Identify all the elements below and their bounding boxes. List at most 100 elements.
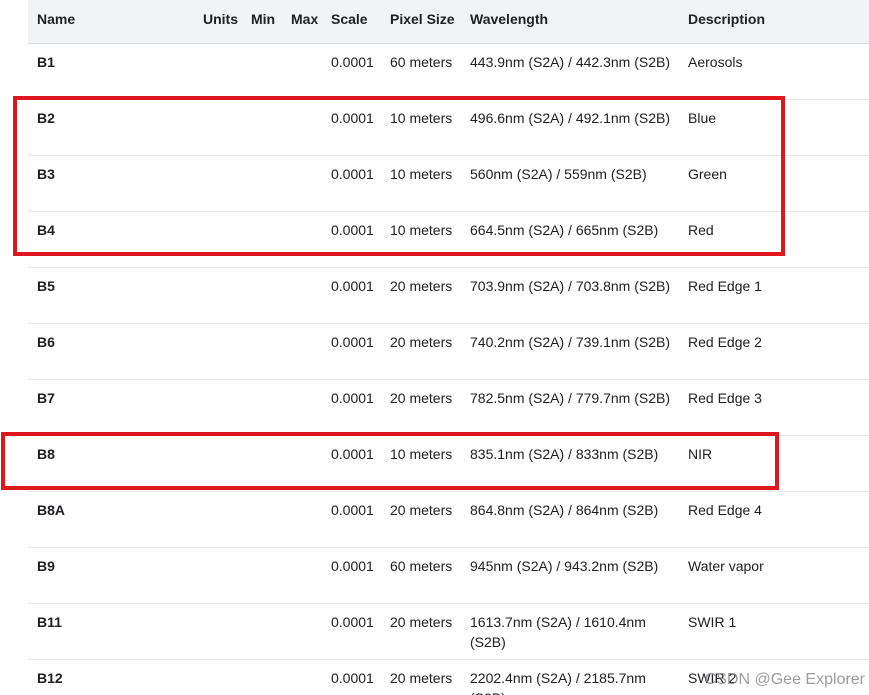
cell-min: [242, 267, 282, 324]
cell-pixel-size: 10 meters: [384, 155, 461, 212]
cell-pixel-size: 60 meters: [384, 43, 461, 100]
cell-name: B12: [28, 659, 194, 695]
cell-wavelength: 740.2nm (S2A) / 739.1nm (S2B): [461, 323, 679, 380]
cell-pixel-size: 20 meters: [384, 379, 461, 436]
cell-min: [242, 99, 282, 156]
cell-min: [242, 155, 282, 212]
cell-pixel-size: 10 meters: [384, 435, 461, 492]
cell-description: Blue: [679, 99, 869, 156]
cell-units: [194, 379, 242, 436]
table-body: B1 0.0001 60 meters 443.9nm (S2A) / 442.3nm…: [28, 43, 869, 695]
header-pixel-size: Pixel Size: [384, 0, 461, 44]
cell-name: B6: [28, 323, 194, 380]
table-row: B4 0.0001 10 meters 664.5nm (S2A) / 665nm (…: [28, 211, 869, 268]
cell-name: B8: [28, 435, 194, 492]
cell-wavelength: 664.5nm (S2A) / 665nm (S2B): [461, 211, 679, 268]
cell-units: [194, 267, 242, 324]
cell-scale: 0.0001: [325, 155, 384, 212]
band-table-container: Name Units Min Max Scale Pixel Size Wave…: [28, 0, 869, 695]
cell-name: B8A: [28, 491, 194, 548]
cell-wavelength: 2202.4nm (S2A) / 2185.7nm (S2B): [461, 659, 679, 695]
cell-description: Aerosols: [679, 43, 869, 100]
cell-name: B2: [28, 99, 194, 156]
cell-name: B9: [28, 547, 194, 604]
cell-min: [242, 659, 282, 695]
cell-units: [194, 43, 242, 100]
cell-max: [282, 99, 325, 156]
cell-units: [194, 547, 242, 604]
header-scale: Scale: [325, 0, 384, 44]
band-table: Name Units Min Max Scale Pixel Size Wave…: [28, 0, 869, 695]
cell-wavelength: 1613.7nm (S2A) / 1610.4nm (S2B): [461, 603, 679, 660]
cell-name: B1: [28, 43, 194, 100]
header-description: Description: [679, 0, 869, 44]
cell-description: Red Edge 3: [679, 379, 869, 436]
cell-min: [242, 211, 282, 268]
header-name: Name: [28, 0, 194, 44]
table-row: B7 0.0001 20 meters 782.5nm (S2A) / 779.7nm…: [28, 379, 869, 436]
cell-pixel-size: 20 meters: [384, 491, 461, 548]
cell-description: Red Edge 1: [679, 267, 869, 324]
cell-wavelength: 835.1nm (S2A) / 833nm (S2B): [461, 435, 679, 492]
cell-scale: 0.0001: [325, 547, 384, 604]
cell-units: [194, 99, 242, 156]
table-row: B2 0.0001 10 meters 496.6nm (S2A) / 492.1nm…: [28, 99, 869, 156]
cell-description: SWIR 1: [679, 603, 869, 660]
cell-description: Red: [679, 211, 869, 268]
watermark: CSDN @Gee Explorer: [704, 671, 865, 688]
table-row: B3 0.0001 10 meters 560nm (S2A) / 559nm (S2…: [28, 155, 869, 212]
cell-name: B4: [28, 211, 194, 268]
header-max: Max: [282, 0, 325, 44]
cell-max: [282, 435, 325, 492]
table-row: B11 0.0001 20 meters 1613.7nm (S2A) / 1610.…: [28, 603, 869, 660]
header-min: Min: [242, 0, 282, 44]
cell-description: Red Edge 4: [679, 491, 869, 548]
cell-scale: 0.0001: [325, 491, 384, 548]
cell-wavelength: 703.9nm (S2A) / 703.8nm (S2B): [461, 267, 679, 324]
cell-wavelength: 945nm (S2A) / 943.2nm (S2B): [461, 547, 679, 604]
cell-units: [194, 211, 242, 268]
cell-description: NIR: [679, 435, 869, 492]
cell-pixel-size: 20 meters: [384, 603, 461, 660]
cell-units: [194, 323, 242, 380]
header-units: Units: [194, 0, 242, 44]
cell-pixel-size: 60 meters: [384, 547, 461, 604]
cell-scale: 0.0001: [325, 659, 384, 695]
cell-units: [194, 603, 242, 660]
cell-units: [194, 435, 242, 492]
cell-pixel-size: 10 meters: [384, 211, 461, 268]
cell-max: [282, 491, 325, 548]
cell-wavelength: 864.8nm (S2A) / 864nm (S2B): [461, 491, 679, 548]
cell-scale: 0.0001: [325, 323, 384, 380]
cell-pixel-size: 20 meters: [384, 659, 461, 695]
cell-name: B11: [28, 603, 194, 660]
cell-scale: 0.0001: [325, 99, 384, 156]
cell-min: [242, 491, 282, 548]
table-row: B1 0.0001 60 meters 443.9nm (S2A) / 442.3nm…: [28, 43, 869, 100]
cell-description: Green: [679, 155, 869, 212]
cell-wavelength: 443.9nm (S2A) / 442.3nm (S2B): [461, 43, 679, 100]
cell-max: [282, 659, 325, 695]
cell-max: [282, 379, 325, 436]
cell-units: [194, 491, 242, 548]
cell-pixel-size: 20 meters: [384, 267, 461, 324]
cell-name: B5: [28, 267, 194, 324]
cell-description: Water vapor: [679, 547, 869, 604]
table-row: B9 0.0001 60 meters 945nm (S2A) / 943.2nm (…: [28, 547, 869, 604]
table-header-row: Name Units Min Max Scale Pixel Size Wave…: [28, 0, 869, 44]
cell-name: B3: [28, 155, 194, 212]
cell-max: [282, 603, 325, 660]
cell-min: [242, 547, 282, 604]
cell-min: [242, 379, 282, 436]
cell-name: B7: [28, 379, 194, 436]
cell-wavelength: 560nm (S2A) / 559nm (S2B): [461, 155, 679, 212]
cell-max: [282, 155, 325, 212]
cell-max: [282, 211, 325, 268]
cell-min: [242, 43, 282, 100]
cell-max: [282, 323, 325, 380]
cell-units: [194, 155, 242, 212]
cell-max: [282, 43, 325, 100]
cell-scale: 0.0001: [325, 379, 384, 436]
cell-description: Red Edge 2: [679, 323, 869, 380]
cell-scale: 0.0001: [325, 267, 384, 324]
